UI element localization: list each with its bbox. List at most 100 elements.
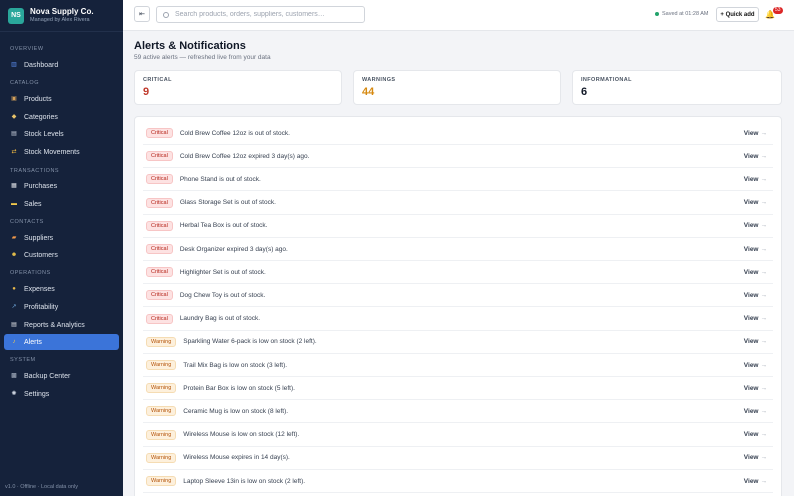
sidebar-item-backup-center[interactable]: ▩ Backup Center (4, 368, 119, 384)
sidebar-item-settings[interactable]: ✺ Settings (4, 386, 119, 402)
view-label: View (743, 384, 759, 392)
summary-card-value: 44 (362, 86, 375, 98)
brand-logo: NS (8, 7, 24, 24)
view-alert-button[interactable]: View → (744, 315, 767, 322)
sidebar-item-label: Products (24, 95, 52, 103)
arrow-right-icon: → (760, 291, 768, 299)
view-label: View (743, 291, 759, 299)
view-alert-button[interactable]: View → (744, 362, 767, 369)
sidebar-item-reports-analytics[interactable]: ▤ Reports & Analytics (4, 317, 119, 333)
alert-level-badge: Warning (146, 452, 177, 463)
alert-row: Critical Laundry Bag is out of stock. View… (143, 308, 773, 331)
trend-icon: ↗ (11, 304, 17, 310)
sidebar-item-label: Sales (24, 200, 42, 208)
alert-level-badge: Warning (146, 406, 177, 417)
sidebar: NS Nova Supply Co. Managed by Alex River… (0, 0, 123, 496)
arrow-right-icon: → (760, 454, 768, 462)
view-alert-button[interactable]: View → (744, 269, 767, 276)
search-box[interactable] (156, 6, 365, 23)
view-label: View (743, 361, 759, 369)
sidebar-item-label: Stock Levels (24, 130, 64, 138)
alert-message: Wireless Mouse is low on stock (12 left)… (183, 431, 300, 439)
tag-icon: ◆ (11, 114, 17, 120)
summary-card-informational: INFORMATIONAL 6 (572, 70, 782, 105)
clipboard-icon: ▤ (11, 131, 17, 137)
view-alert-button[interactable]: View → (744, 408, 767, 415)
sidebar-item-stock-levels[interactable]: ▤ Stock Levels (4, 126, 119, 142)
money-bag-icon: ● (12, 286, 16, 292)
view-alert-button[interactable]: View → (744, 338, 767, 345)
alert-row: Critical Highlighter Set is out of stock.… (143, 261, 773, 285)
search-input[interactable] (175, 11, 355, 18)
brand-subtitle: Managed by Alex Rivera (30, 16, 90, 23)
sidebar-item-purchases[interactable]: ▦ Purchases (4, 178, 119, 194)
view-alert-button[interactable]: View → (744, 454, 767, 461)
summary-card-warnings: WARNINGS 44 (353, 70, 561, 105)
sidebar-section-label: CATALOG (10, 80, 39, 86)
view-alert-button[interactable]: View → (744, 385, 767, 392)
box-icon: ▣ (11, 96, 17, 102)
view-alert-button[interactable]: View → (744, 176, 767, 183)
sidebar-item-products[interactable]: ▣ Products (4, 91, 119, 107)
arrow-right-icon: → (760, 245, 768, 253)
view-alert-button[interactable]: View → (744, 153, 767, 160)
arrow-left-icon: ⇤ (139, 11, 145, 18)
alert-message: Highlighter Set is out of stock. (179, 268, 266, 276)
view-label: View (743, 245, 759, 253)
card-icon: ▬ (11, 201, 17, 207)
alert-level-badge: Critical (146, 220, 173, 231)
alert-level-badge: Warning (146, 429, 177, 440)
arrow-right-icon: → (760, 315, 768, 323)
view-alert-button[interactable]: View → (744, 199, 767, 206)
sidebar-item-sales[interactable]: ▬ Sales (4, 196, 119, 212)
sidebar-item-stock-movements[interactable]: ⇄ Stock Movements (4, 144, 119, 160)
summary-card-value: 9 (143, 86, 150, 98)
alert-level-badge: Critical (146, 267, 173, 278)
alert-row: Warning Wireless Mouse expires in 14 day(… (143, 447, 773, 470)
status-dot-icon (655, 12, 659, 16)
summary-card-value: 6 (581, 86, 588, 98)
sidebar-item-alerts[interactable]: ♪ Alerts (4, 334, 119, 350)
quick-add-button[interactable]: + Quick add (716, 7, 759, 22)
sidebar-item-label: Reports & Analytics (24, 321, 85, 329)
page-subtitle: 59 active alerts — refreshed live from y… (134, 54, 271, 61)
alert-row: Warning Wireless Mouse is low on stock (1… (143, 424, 773, 447)
sidebar-item-expenses[interactable]: ● Expenses (4, 281, 119, 297)
sidebar-item-label: Categories (24, 113, 58, 121)
alert-level-badge: Critical (146, 197, 173, 208)
view-label: View (743, 454, 759, 462)
sidebar-section-label: CONTACTS (10, 219, 44, 225)
alert-message: Desk Organizer expired 3 day(s) ago. (179, 245, 288, 253)
arrow-right-icon: → (760, 361, 768, 369)
sidebar-section-label: OPERATIONS (10, 270, 51, 276)
view-alert-button[interactable]: View → (744, 478, 767, 485)
receipt-icon: ▦ (11, 183, 17, 189)
view-alert-button[interactable]: View → (744, 130, 767, 137)
view-label: View (743, 152, 759, 160)
alert-message: Trail Mix Bag is low on stock (3 left). (183, 361, 288, 369)
sidebar-item-dashboard[interactable]: ▥ Dashboard (4, 57, 119, 73)
alert-row: Critical Herbal Tea Box is out of stock. V… (143, 215, 773, 238)
sidebar-item-customers[interactable]: ☻ Customers (4, 247, 119, 263)
database-icon: ▩ (11, 373, 17, 379)
alert-row: Critical Dog Chew Toy is out of stock. Vie… (143, 284, 773, 308)
arrow-right-icon: → (760, 431, 768, 439)
alert-level-badge: Critical (146, 174, 173, 185)
sidebar-item-categories[interactable]: ◆ Categories (4, 109, 119, 125)
sidebar-item-profitability[interactable]: ↗ Profitability (4, 299, 119, 315)
view-alert-button[interactable]: View → (744, 222, 767, 229)
alert-level-badge: Critical (146, 128, 173, 138)
alert-message: Laptop Sleeve 13in is low on stock (2 le… (183, 477, 306, 485)
sidebar-item-label: Dashboard (24, 61, 59, 69)
view-alert-button[interactable]: View → (744, 292, 767, 299)
alert-row: Warning Protein Bar Box is low on stock (… (143, 377, 773, 401)
alert-message: Dog Chew Toy is out of stock. (179, 291, 266, 299)
save-status: Saved at 01:28 AM (655, 11, 708, 17)
sidebar-section-label: TRANSACTIONS (10, 168, 60, 174)
view-alert-button[interactable]: View → (744, 246, 767, 253)
sidebar-item-suppliers[interactable]: ▰ Suppliers (4, 230, 119, 246)
collapse-sidebar-button[interactable]: ⇤ (134, 6, 150, 22)
arrow-right-icon: → (760, 338, 768, 346)
view-alert-button[interactable]: View → (744, 431, 767, 438)
sidebar-section-label: OVERVIEW (10, 46, 44, 52)
